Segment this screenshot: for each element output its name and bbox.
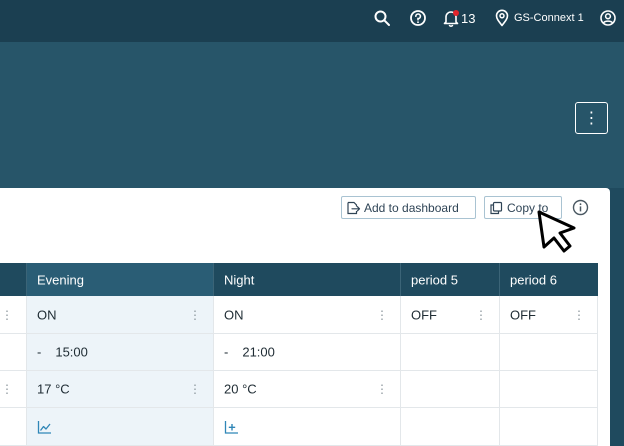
column-header-night[interactable]: Night (214, 263, 401, 296)
help-icon[interactable] (409, 9, 427, 27)
schedule-card: Add to dashboard Copy to Evening Night p… (0, 188, 610, 446)
table-cell: ⋮ (0, 371, 27, 408)
table-row: ⋮ 17 °C ⋮ 20 °C ⋮ (0, 371, 598, 408)
column-header-label: Night (224, 272, 255, 287)
table-cell[interactable]: -21:00 (214, 334, 401, 371)
table-cell[interactable]: ON ⋮ (27, 296, 214, 334)
cell-menu-icon[interactable]: ⋮ (475, 308, 487, 322)
cell-menu-icon[interactable]: ⋮ (189, 382, 201, 396)
table-cell[interactable] (401, 408, 500, 446)
temperature-value: 17 °C (37, 381, 70, 397)
notification-count[interactable]: 13 (461, 11, 475, 26)
user-account-icon[interactable] (599, 9, 617, 27)
table-cell[interactable] (27, 408, 214, 446)
column-header-label: period 5 (411, 272, 458, 287)
table-cell (0, 334, 27, 371)
table-cell[interactable] (401, 334, 500, 371)
add-chart-icon[interactable] (224, 419, 239, 434)
time-dash: - (224, 344, 229, 360)
column-header-period-6[interactable]: period 6 (500, 263, 598, 296)
table-cell[interactable]: ON ⋮ (214, 296, 401, 334)
cell-menu-icon[interactable]: ⋮ (376, 382, 388, 396)
table-row (0, 408, 598, 446)
page-menu-button[interactable]: ⋮ (575, 102, 608, 134)
top-nav-bar: 13 GS-Connext 1 (0, 0, 624, 42)
table-cell[interactable] (214, 408, 401, 446)
time-text: 15:00 (55, 344, 88, 360)
table-cell[interactable] (500, 371, 598, 408)
page-header-band (0, 42, 624, 188)
table-cell[interactable]: OFF ⋮ (401, 296, 500, 334)
cell-menu-icon[interactable]: ⋮ (573, 308, 585, 322)
state-value: ON (37, 307, 57, 322)
table-cell[interactable]: OFF ⋮ (500, 296, 598, 334)
vertical-ellipsis-icon: ⋮ (583, 108, 600, 127)
time-value: -15:00 (37, 345, 88, 360)
table-cell[interactable] (500, 408, 598, 446)
temperature-value: 20 °C (224, 381, 257, 397)
state-value: ON (224, 307, 244, 322)
state-value: OFF (411, 307, 437, 322)
copy-icon (490, 201, 503, 214)
cell-menu-icon[interactable]: ⋮ (1, 382, 13, 396)
table-cell[interactable] (401, 371, 500, 408)
table-cell (0, 408, 27, 446)
column-header-evening[interactable]: Evening (27, 263, 214, 296)
column-header-label: period 6 (510, 272, 557, 287)
cell-menu-icon[interactable]: ⋮ (189, 308, 201, 322)
table-cell[interactable]: -15:00 (27, 334, 214, 371)
column-header-label: Evening (37, 272, 84, 287)
add-to-dashboard-button[interactable]: Add to dashboard (341, 196, 476, 219)
time-text: 21:00 (242, 344, 275, 360)
line-chart-icon[interactable] (37, 419, 52, 434)
state-value: OFF (510, 307, 536, 322)
notification-dot (453, 10, 459, 16)
table-header-row: Evening Night period 5 period 6 (0, 263, 598, 296)
table-cell: ⋮ (0, 296, 27, 334)
cell-menu-icon[interactable]: ⋮ (1, 308, 13, 322)
table-cell[interactable] (500, 334, 598, 371)
cell-menu-icon[interactable]: ⋮ (376, 308, 388, 322)
location-pin-icon[interactable] (493, 9, 511, 27)
time-value: -21:00 (224, 345, 275, 360)
add-to-dashboard-icon (347, 201, 361, 214)
column-header-period-5[interactable]: period 5 (401, 263, 500, 296)
table-cell[interactable]: 20 °C ⋮ (214, 371, 401, 408)
table-cell[interactable]: 17 °C ⋮ (27, 371, 214, 408)
mouse-cursor-icon (536, 209, 578, 253)
add-to-dashboard-label: Add to dashboard (364, 200, 459, 215)
column-header-previous (0, 263, 27, 296)
table-row: ⋮ ON ⋮ ON ⋮ OFF ⋮ OFF ⋮ (0, 296, 598, 334)
table-row: -15:00 -21:00 (0, 334, 598, 371)
site-name[interactable]: GS-Connext 1 (514, 12, 584, 24)
time-dash: - (37, 344, 42, 360)
search-icon[interactable] (373, 9, 391, 27)
